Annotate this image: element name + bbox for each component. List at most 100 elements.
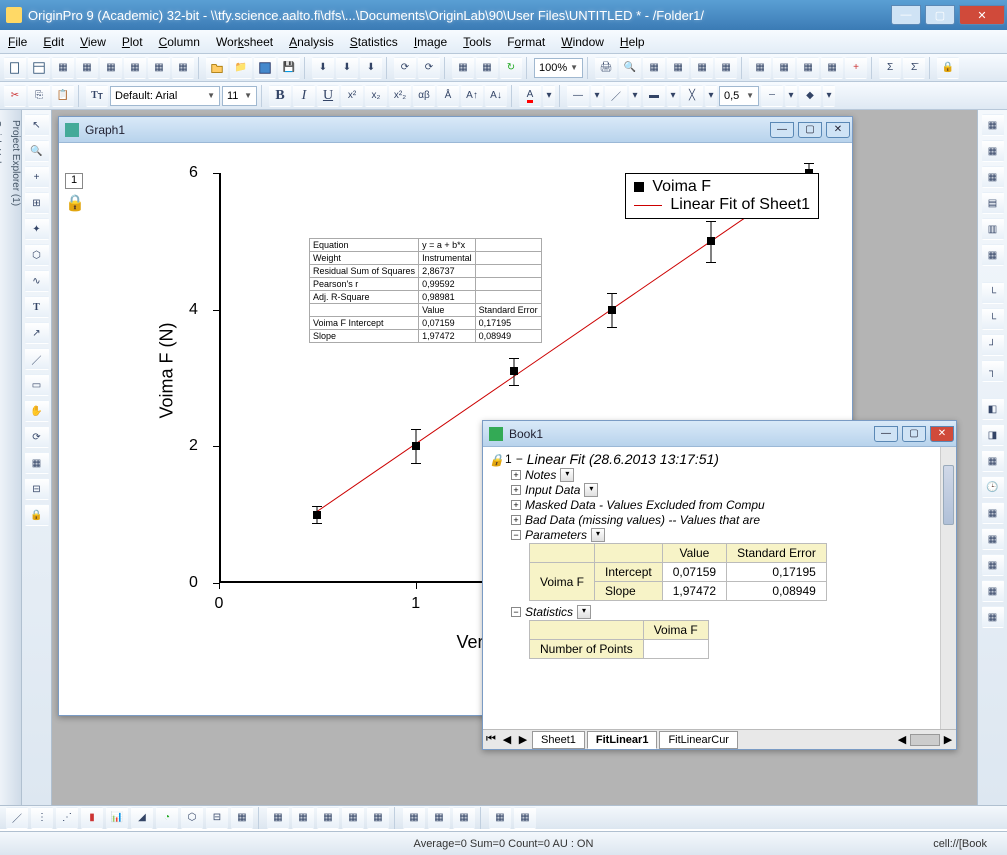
add-favorite-button[interactable]: + <box>845 57 867 79</box>
axis-tool-4[interactable]: ┐ <box>982 360 1004 382</box>
italic-button[interactable]: I <box>293 85 315 107</box>
menu-file[interactable]: File <box>8 35 27 49</box>
tab-fitlinear1[interactable]: FitLinear1 <box>587 731 658 749</box>
tab-nav-first[interactable]: ⏮ <box>483 733 499 746</box>
save-button[interactable] <box>254 57 276 79</box>
menu-format[interactable]: Format <box>507 35 545 49</box>
zoom-in-tool[interactable]: 🔍 <box>25 140 49 162</box>
analysis-button[interactable]: ▦ <box>773 57 795 79</box>
greek-alpha-button[interactable]: αβ <box>413 85 435 107</box>
new-layout-button[interactable]: ▦ <box>124 57 146 79</box>
axis-tool-3[interactable]: ┘ <box>982 334 1004 356</box>
rotate-tool[interactable]: ⟳ <box>25 426 49 448</box>
zoom-combo[interactable]: 100%▼ <box>534 58 583 78</box>
palette-tool-8[interactable]: ▦ <box>982 580 1004 602</box>
palette-tool-7[interactable]: ▦ <box>982 554 1004 576</box>
line-tool[interactable]: ／ <box>25 348 49 370</box>
menu-window[interactable]: Window <box>561 35 604 49</box>
line-style-button[interactable]: — <box>567 85 589 107</box>
layer-tool-5[interactable]: ▥ <box>982 218 1004 240</box>
project-explorer-tab[interactable]: Project Explorer (1) <box>10 116 21 805</box>
fit-results-table[interactable]: Equationy = a + b*xWeightInstrumentalRes… <box>309 238 542 343</box>
print-preview-button[interactable]: 🔍 <box>619 57 641 79</box>
extract-button[interactable]: ▦ <box>514 807 536 829</box>
graph-maximize-button[interactable]: ▢ <box>798 122 822 138</box>
template-button[interactable]: ▦ <box>267 807 289 829</box>
parameters-table[interactable]: ValueStandard Error Voima FIntercept0,07… <box>529 543 827 601</box>
new-workbook-button[interactable] <box>28 57 50 79</box>
rescale-button[interactable]: ▦ <box>489 807 511 829</box>
uppercase-button[interactable]: Å <box>437 85 459 107</box>
menu-worksheet[interactable]: Worksheet <box>216 35 273 49</box>
axis-tool-2[interactable]: └ <box>982 308 1004 330</box>
rect-tool[interactable]: ▭ <box>25 374 49 396</box>
data-point[interactable] <box>412 442 420 450</box>
dash-dropdown[interactable]: ▾ <box>785 85 797 107</box>
new-excel-button[interactable]: ▦ <box>52 57 74 79</box>
tab-sheet1[interactable]: Sheet1 <box>532 731 585 749</box>
menu-statistics[interactable]: Statistics <box>350 35 398 49</box>
open-button[interactable] <box>206 57 228 79</box>
screen-reader-tool[interactable]: + <box>25 166 49 188</box>
code-builder-button[interactable]: ▦ <box>749 57 771 79</box>
print-button[interactable]: 🖨 <box>595 57 617 79</box>
hscroll-right[interactable]: ▶ <box>940 733 956 746</box>
line-plot-button[interactable]: ／ <box>6 807 28 829</box>
new-function-button[interactable]: ▦ <box>172 57 194 79</box>
copy-button[interactable]: ⎘ <box>28 85 50 107</box>
batch-button[interactable]: ⟳ <box>394 57 416 79</box>
lock-tool[interactable]: 🔒 <box>25 504 49 526</box>
line-scatter-button[interactable]: ⋰ <box>56 807 78 829</box>
box-plot-button[interactable]: ⊟ <box>206 807 228 829</box>
marker-dropdown[interactable]: ▾ <box>823 85 835 107</box>
mask-toggle-button[interactable]: ▦ <box>453 807 475 829</box>
data-point[interactable] <box>707 237 715 245</box>
transfer-button[interactable]: ▦ <box>797 57 819 79</box>
layer-tool-6[interactable]: ▦ <box>982 244 1004 266</box>
mask-tool[interactable]: ⬡ <box>25 244 49 266</box>
data-point[interactable] <box>608 306 616 314</box>
layout-button[interactable]: ▦ <box>367 807 389 829</box>
refresh-button[interactable]: ↻ <box>500 57 522 79</box>
sigma-button[interactable]: Σ <box>879 57 901 79</box>
duplicate-button[interactable]: ▦ <box>643 57 665 79</box>
region-tool[interactable]: ✋ <box>25 400 49 422</box>
linewidth-combo[interactable]: 0,5▼ <box>719 86 759 106</box>
vertical-scrollbar[interactable] <box>940 447 956 729</box>
layer-tool-4[interactable]: ▤ <box>982 192 1004 214</box>
params-dropdown[interactable]: ▾ <box>591 528 605 542</box>
pattern-button[interactable]: ╳ <box>681 85 703 107</box>
fontsize-combo[interactable]: 11▼ <box>222 86 257 106</box>
superscript-button[interactable]: x² <box>341 85 363 107</box>
data-point[interactable] <box>313 511 321 519</box>
data-selector-tool[interactable]: ✦ <box>25 218 49 240</box>
cut-button[interactable]: ✂ <box>4 85 26 107</box>
new-notes-button[interactable]: ▦ <box>148 57 170 79</box>
scrollbar-thumb[interactable] <box>943 465 954 525</box>
menu-image[interactable]: Image <box>414 35 447 49</box>
pie-plot-button[interactable]: ◔ <box>156 807 178 829</box>
menu-tools[interactable]: Tools <box>463 35 491 49</box>
tab-fitlinearcurve[interactable]: FitLinearCur <box>659 731 738 749</box>
menu-analysis[interactable]: Analysis <box>289 35 334 49</box>
import-ascii-button[interactable]: ⬇ <box>336 57 358 79</box>
arrow-tool[interactable]: ↗ <box>25 322 49 344</box>
expand-masked[interactable]: + <box>511 500 521 510</box>
new-matrix-button[interactable]: ▦ <box>100 57 122 79</box>
mask-hide-button[interactable]: ▦ <box>428 807 450 829</box>
insert-tool[interactable]: ▦ <box>25 452 49 474</box>
underline-button[interactable]: U <box>317 85 339 107</box>
expand-notes[interactable]: + <box>511 470 521 480</box>
palette-tool-1[interactable]: ◧ <box>982 398 1004 420</box>
font-color-button[interactable]: A <box>519 85 541 107</box>
maximize-button[interactable]: ▢ <box>925 5 955 25</box>
supersub-button[interactable]: x²₂ <box>389 85 411 107</box>
favorites-button[interactable]: ▦ <box>821 57 843 79</box>
slide-show-button[interactable]: ▦ <box>667 57 689 79</box>
hscroll-left[interactable]: ◀ <box>894 733 910 746</box>
pointer-tool[interactable]: ↖ <box>25 114 49 136</box>
notes-dropdown[interactable]: ▾ <box>560 468 574 482</box>
graph-close-button[interactable]: ✕ <box>826 122 850 138</box>
paste-button[interactable]: 📋 <box>52 85 74 107</box>
palette-tool-5[interactable]: ▦ <box>982 502 1004 524</box>
